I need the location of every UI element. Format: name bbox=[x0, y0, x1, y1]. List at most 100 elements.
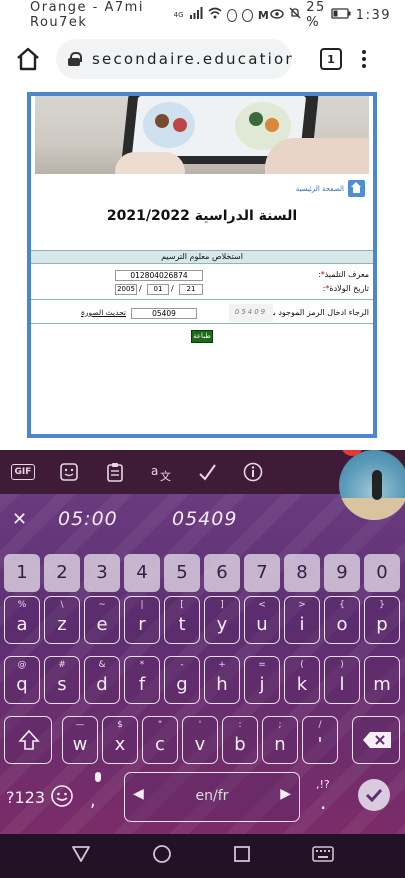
suggestion-1[interactable]: 05:00 bbox=[58, 508, 118, 530]
key-q[interactable]: @ q bbox=[4, 656, 40, 704]
key-n[interactable]: ; n bbox=[262, 716, 298, 764]
key-i[interactable]: > i bbox=[284, 596, 320, 644]
enter-check-icon[interactable] bbox=[358, 779, 390, 811]
key-hint: @ bbox=[17, 660, 27, 670]
back-icon[interactable] bbox=[71, 845, 91, 867]
key-y[interactable]: ] y bbox=[204, 596, 240, 644]
svg-text:a: a bbox=[151, 464, 158, 478]
captcha-image: 05409 bbox=[229, 304, 273, 322]
key-v[interactable]: ' v bbox=[182, 716, 218, 764]
battery-icon bbox=[331, 7, 351, 23]
breadcrumb-home-link[interactable]: الصفحة الرئيسية bbox=[296, 185, 344, 193]
backspace-key[interactable] bbox=[352, 716, 400, 764]
captcha-input[interactable]: 05409 bbox=[131, 308, 197, 319]
suggestion-2[interactable]: 05409 bbox=[172, 508, 237, 530]
key-w[interactable]: — w bbox=[62, 716, 98, 764]
key-p[interactable]: } p bbox=[364, 596, 400, 644]
space-right-arrow-icon: ▶ bbox=[280, 786, 291, 802]
overflow-menu-icon[interactable] bbox=[362, 50, 366, 68]
number-key-3[interactable]: 3 bbox=[84, 554, 120, 592]
symbols-key[interactable]: ?123 bbox=[6, 788, 45, 807]
key-g[interactable]: -g bbox=[164, 656, 200, 704]
emoji-icon[interactable] bbox=[50, 784, 74, 812]
key-label: j bbox=[259, 674, 265, 695]
lock-icon bbox=[68, 52, 82, 66]
breadcrumb[interactable]: الصفحة الرئيسية bbox=[296, 180, 365, 197]
signal-icon bbox=[189, 7, 203, 23]
recents-icon[interactable] bbox=[233, 845, 251, 867]
key-hint: " bbox=[157, 720, 163, 730]
birth-year-select[interactable]: 2005 bbox=[115, 284, 137, 295]
key-x[interactable]: $ x bbox=[102, 716, 138, 764]
number-key-4[interactable]: 4 bbox=[124, 554, 160, 592]
key-label: n bbox=[274, 734, 286, 755]
mic-icon[interactable] bbox=[95, 772, 101, 782]
number-key-0[interactable]: 0 bbox=[364, 554, 400, 592]
key-t[interactable]: [t bbox=[164, 596, 200, 644]
number-key-8[interactable]: 8 bbox=[284, 554, 320, 592]
print-button[interactable]: طباعة bbox=[191, 330, 213, 343]
key-label: u bbox=[256, 614, 268, 635]
close-suggestions-icon[interactable]: ✕ bbox=[12, 509, 27, 530]
period-key[interactable]: . bbox=[320, 790, 326, 814]
key-o[interactable]: {o bbox=[324, 596, 360, 644]
gif-button[interactable]: GIF bbox=[0, 450, 46, 494]
key-hint: : bbox=[238, 720, 242, 730]
key-l[interactable]: ) l bbox=[324, 656, 360, 704]
number-key-6[interactable]: 6 bbox=[204, 554, 240, 592]
number-key-2[interactable]: 2 bbox=[44, 554, 80, 592]
content-frame: الصفحة الرئيسية السنة الدراسية 2021/2022… bbox=[27, 92, 377, 438]
clipboard-icon[interactable] bbox=[92, 450, 138, 494]
key-h[interactable]: + h bbox=[204, 656, 240, 704]
key-r[interactable]: | r bbox=[124, 596, 160, 644]
messenger-icon-2 bbox=[242, 8, 253, 22]
key-hint: ] bbox=[220, 600, 224, 610]
number-key-9[interactable]: 9 bbox=[324, 554, 360, 592]
key-m[interactable]: m bbox=[364, 656, 400, 704]
key-hint: > bbox=[298, 600, 306, 610]
eye-icon bbox=[270, 8, 284, 23]
refresh-captcha-link[interactable]: تحديث الصورة bbox=[81, 308, 126, 317]
key-hint: & bbox=[98, 660, 106, 670]
url-bar[interactable]: secondaire.education.tn bbox=[56, 39, 292, 79]
birth-day-select[interactable]: 21 bbox=[179, 284, 203, 295]
key-b[interactable]: :b bbox=[222, 716, 258, 764]
handwriting-icon[interactable] bbox=[184, 450, 230, 494]
sticker-icon[interactable] bbox=[46, 450, 92, 494]
key-d[interactable]: & d bbox=[84, 656, 120, 704]
translate-icon[interactable]: a文 bbox=[138, 450, 184, 494]
home-nav-icon[interactable] bbox=[152, 844, 172, 868]
key-j[interactable]: = j bbox=[244, 656, 280, 704]
key-apostrophe[interactable]: / ' bbox=[302, 716, 338, 764]
key-k[interactable]: (k bbox=[284, 656, 320, 704]
date-separator: / bbox=[139, 284, 142, 293]
key-label: c bbox=[155, 734, 165, 755]
key-label: x bbox=[114, 734, 126, 755]
student-id-row: معرف التلميذ*: 012804026874 bbox=[31, 268, 373, 282]
key-u[interactable]: < u bbox=[244, 596, 280, 644]
status-bar: Orange - A7mi Rou7ek 4G M 25 % 1:39 bbox=[0, 0, 405, 30]
comma-key[interactable]: , bbox=[90, 790, 96, 811]
key-f[interactable]: * f bbox=[124, 656, 160, 704]
space-bar[interactable]: ◀ en/fr ▶ bbox=[124, 772, 300, 822]
key-c[interactable]: " c bbox=[142, 716, 178, 764]
key-label: y bbox=[216, 614, 228, 635]
key-s[interactable]: # s bbox=[44, 656, 80, 704]
home-icon[interactable] bbox=[348, 180, 365, 197]
number-key-7[interactable]: 7 bbox=[244, 554, 280, 592]
info-icon[interactable] bbox=[230, 450, 276, 494]
key-z[interactable]: \ z bbox=[44, 596, 80, 644]
home-icon[interactable] bbox=[14, 45, 42, 73]
key-hint: ' bbox=[198, 720, 202, 730]
key-label: a bbox=[16, 614, 28, 635]
shift-key[interactable] bbox=[4, 716, 52, 764]
keyboard-switch-icon[interactable] bbox=[312, 846, 335, 866]
key-hint: ~ bbox=[98, 600, 106, 610]
student-id-input[interactable]: 012804026874 bbox=[115, 270, 203, 281]
key-a[interactable]: % a bbox=[4, 596, 40, 644]
tab-switcher-button[interactable]: 1 bbox=[320, 48, 342, 70]
number-key-5[interactable]: 5 bbox=[164, 554, 200, 592]
key-e[interactable]: ~ e bbox=[84, 596, 120, 644]
birth-month-select[interactable]: 01 bbox=[147, 284, 169, 295]
number-key-1[interactable]: 1 bbox=[4, 554, 40, 592]
